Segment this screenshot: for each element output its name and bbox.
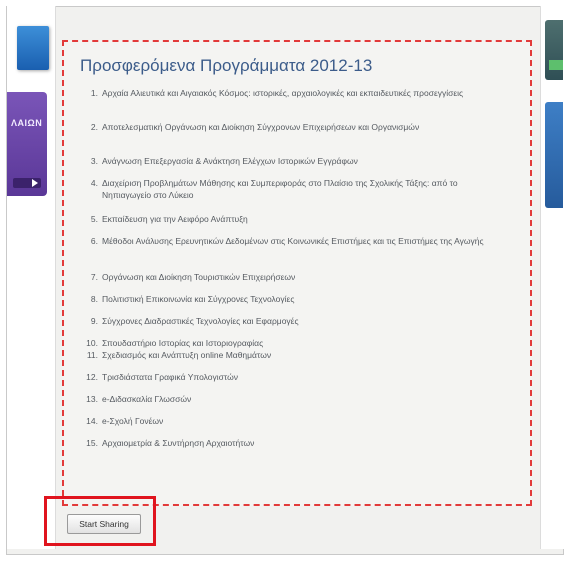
item-text: e-Σχολή Γονέων: [102, 416, 164, 426]
item-text: Οργάνωση και Διοίκηση Τουριστικών Επιχει…: [102, 272, 296, 282]
item-number: 1.: [90, 88, 98, 98]
item-text: Αρχαιομετρία & Συντήρηση Αρχαιοτήτων: [102, 438, 255, 448]
list-item[interactable]: 14. e-Σχολή Γονέων: [78, 416, 508, 438]
item-text: Πολιτιστική Επικοινωνία και Σύγχρονες Τε…: [102, 294, 295, 304]
item-number: 11.: [86, 350, 98, 360]
item-number: 2.: [90, 122, 98, 132]
item-number: 4.: [90, 178, 98, 188]
item-number: 14.: [86, 416, 98, 426]
item-text: Σύγχρονες Διαδραστικές Τεχνολογίες και Ε…: [102, 316, 299, 326]
item-text: Ανάγνωση Επεξεργασία & Ανάκτηση Ελέγχων …: [102, 156, 358, 166]
list-item[interactable]: 9. Σύγχρονες Διαδραστικές Τεχνολογίες και…: [78, 316, 508, 338]
list-item[interactable]: 1. Αρχαία Αλιευτικά και Αιγαιακός Κόσμος:…: [78, 88, 508, 122]
item-number: 10.: [86, 338, 98, 348]
right-sidebar: [540, 6, 565, 549]
item-text: Αποτελεσματική Οργάνωση και Διοίκηση Σύγ…: [102, 122, 420, 132]
promo-banner-label: ΛΑΙΩΝ: [11, 118, 43, 128]
list-item[interactable]: 3. Ανάγνωση Επεξεργασία & Ανάκτηση Ελέγχω…: [78, 156, 508, 178]
item-number: 9.: [90, 316, 98, 326]
list-item[interactable]: 5. Εκπαίδευση για την Αειφόρο Ανάπτυξη: [78, 214, 508, 236]
item-text: Τρισδιάστατα Γραφικά Υπολογιστών: [102, 372, 239, 382]
list-item[interactable]: 7. Οργάνωση και Διοίκηση Τουριστικών Επιχ…: [78, 272, 508, 294]
item-text: Σχεδιασμός και Ανάπτυξη online Μαθημάτων: [102, 350, 272, 360]
list-item[interactable]: 6. Μέθοδοι Ανάλυσης Ερευνητικών Δεδομένων…: [78, 236, 508, 272]
item-number: 3.: [90, 156, 98, 166]
promo-banner[interactable]: ΛΑΙΩΝ: [7, 92, 47, 196]
list-item[interactable]: 10. Σπουδαστήριο Ιστορίας και Ιστοριογραφ…: [78, 338, 508, 350]
item-number: 5.: [90, 214, 98, 224]
list-item[interactable]: 2. Αποτελεσματική Οργάνωση και Διοίκηση Σ…: [78, 122, 508, 156]
item-text: Σπουδαστήριο Ιστορίας και Ιστοριογραφίας: [102, 338, 264, 348]
item-text: e-Διδασκαλία Γλωσσών: [102, 394, 192, 404]
item-text: Διαχείριση Προβλημάτων Μάθησης και Συμπε…: [102, 178, 458, 200]
list-item[interactable]: 8. Πολιτιστική Επικοινωνία και Σύγχρονες …: [78, 294, 508, 316]
item-number: 6.: [90, 236, 98, 246]
play-arrow-icon[interactable]: [13, 178, 41, 188]
item-number: 15.: [86, 438, 98, 448]
panel-title: Προσφερόμενα Προγράμματα 2012-13: [80, 56, 373, 75]
item-number: 7.: [90, 272, 98, 282]
item-text: Εκπαίδευση για την Αειφόρο Ανάπτυξη: [102, 214, 248, 224]
list-item[interactable]: 11. Σχεδιασμός και Ανάπτυξη online Μαθημά…: [78, 350, 508, 372]
list-item[interactable]: 4. Διαχείριση Προβλημάτων Μάθησης και Συμ…: [78, 178, 508, 214]
item-number: 13.: [86, 394, 98, 404]
item-number: 12.: [86, 372, 98, 382]
left-sidebar: ΛΑΙΩΝ: [7, 6, 56, 549]
item-text: Αρχαία Αλιευτικά και Αιγαιακός Κόσμος: ι…: [102, 88, 464, 98]
course-list: 1. Αρχαία Αλιευτικά και Αιγαιακός Κόσμος:…: [78, 88, 508, 452]
list-item[interactable]: 15. Αρχαιομετρία & Συντήρηση Αρχαιοτήτων: [78, 438, 508, 452]
blue-side-tile[interactable]: [545, 102, 563, 208]
start-sharing-button[interactable]: Start Sharing: [67, 514, 141, 534]
blue-tile-icon[interactable]: [17, 26, 49, 70]
programs-panel: Προσφερόμενα Προγράμματα 2012-13 1. Αρχαί…: [62, 40, 532, 506]
item-text: Μέθοδοι Ανάλυσης Ερευνητικών Δεδομένων σ…: [102, 236, 484, 246]
list-item[interactable]: 12. Τρισδιάστατα Γραφικά Υπολογιστών: [78, 372, 508, 394]
item-number: 8.: [90, 294, 98, 304]
list-item[interactable]: 13. e-Διδασκαλία Γλωσσών: [78, 394, 508, 416]
green-tile-icon[interactable]: [545, 20, 563, 80]
